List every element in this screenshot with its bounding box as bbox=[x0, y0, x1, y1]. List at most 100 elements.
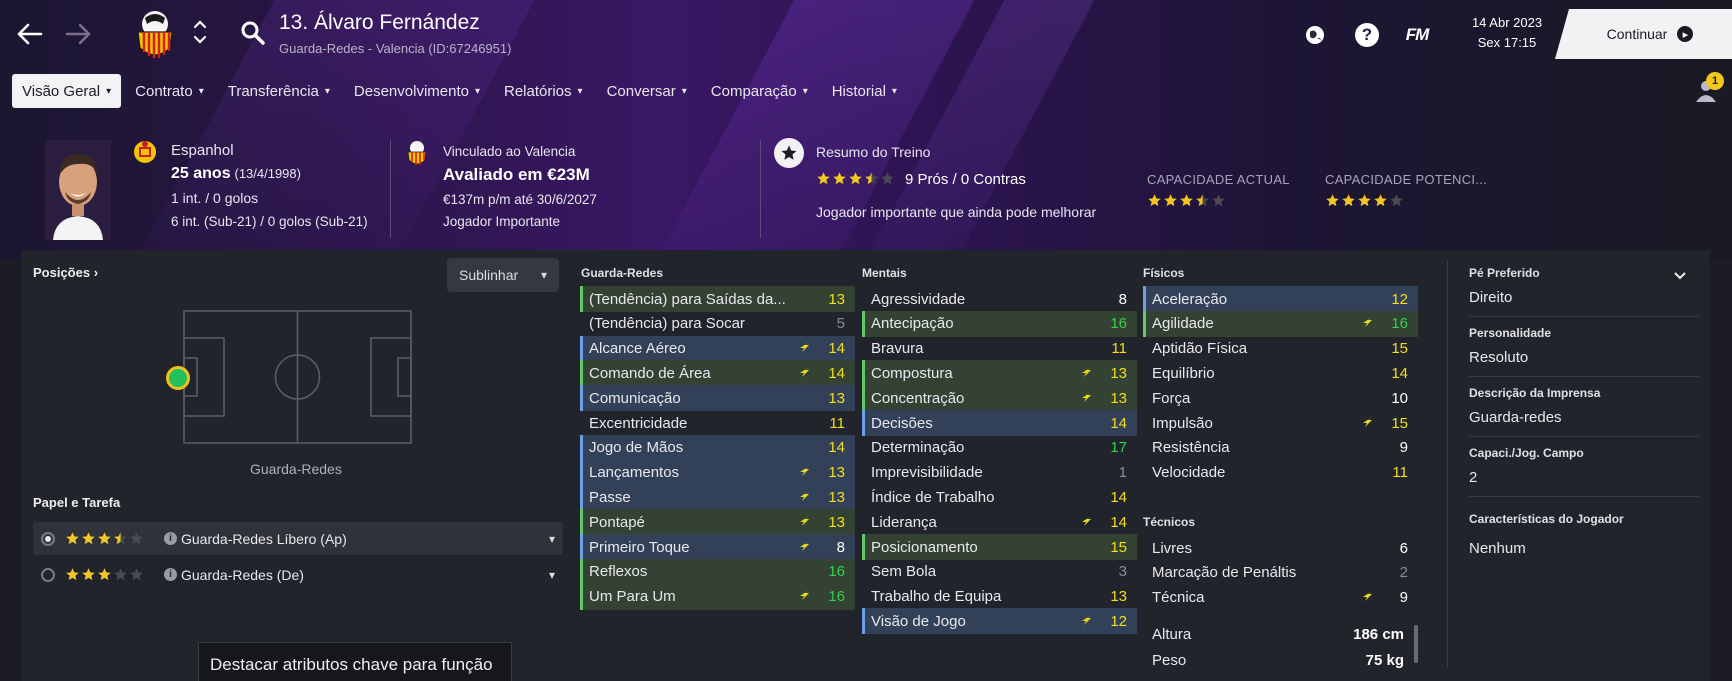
attribute-name: Concentração bbox=[871, 389, 965, 407]
tab-transfer[interactable]: Transferência ▾ bbox=[218, 74, 340, 108]
attribute-row[interactable]: Pontapé 13 bbox=[580, 509, 855, 536]
chevron-down-icon: ▾ bbox=[577, 85, 583, 97]
search-icon[interactable] bbox=[240, 20, 268, 48]
attribute-row[interactable]: Força 10 bbox=[1143, 385, 1418, 411]
radio-selected[interactable] bbox=[41, 531, 55, 546]
attribute-row[interactable]: Técnica 9 bbox=[1143, 585, 1418, 611]
tab-comparison[interactable]: Comparação ▾ bbox=[701, 74, 818, 108]
chevron-down-icon: ▾ bbox=[681, 85, 687, 97]
attribute-name: Agilidade bbox=[1152, 315, 1214, 333]
valencia-crest-icon[interactable] bbox=[130, 8, 180, 62]
radio-unselected[interactable] bbox=[41, 567, 55, 582]
attribute-row[interactable]: Agressividade 8 bbox=[862, 286, 1137, 312]
attribute-value: 13 bbox=[1110, 588, 1127, 606]
world-ball-icon[interactable] bbox=[1300, 20, 1330, 50]
potential-ability-stars bbox=[1325, 193, 1404, 213]
attribute-row[interactable]: Comando de Área 14 bbox=[580, 360, 855, 387]
attribute-name: Decisões bbox=[871, 414, 933, 432]
positions-link[interactable]: Posições › bbox=[33, 265, 98, 280]
tab-contract[interactable]: Contrato ▾ bbox=[125, 74, 214, 108]
attribute-value: 12 bbox=[1391, 290, 1408, 308]
attribute-value: 13 bbox=[1110, 364, 1127, 382]
attribute-name: Técnica bbox=[1152, 589, 1205, 607]
help-icon[interactable]: ? bbox=[1352, 20, 1382, 50]
height-row: Altura 186 cm bbox=[1143, 626, 1413, 643]
attribute-row[interactable]: Alcance Aéreo 14 bbox=[580, 335, 855, 362]
u21-caps: 6 int. (Sub-21) / 0 golos (Sub-21) bbox=[171, 214, 368, 229]
tab-talk[interactable]: Conversar ▾ bbox=[597, 74, 697, 108]
attribute-value: 14 bbox=[1110, 513, 1127, 531]
attribute-row[interactable]: Compostura 13 bbox=[862, 360, 1137, 387]
key-attribute-bolt-icon bbox=[1352, 590, 1382, 605]
fm-logo-icon[interactable]: FM bbox=[1402, 20, 1432, 50]
tab-history[interactable]: Historial ▾ bbox=[822, 74, 907, 108]
attribute-row[interactable]: Antecipação 16 bbox=[862, 310, 1137, 337]
info-icon[interactable]: i bbox=[164, 532, 177, 545]
attribute-row[interactable]: Jogo de Mãos 14 bbox=[580, 434, 855, 461]
highlight-dropdown[interactable]: Sublinhar ▾ bbox=[447, 258, 559, 292]
attribute-row[interactable]: Passe 13 bbox=[580, 484, 855, 511]
attribute-value: 2 bbox=[1399, 564, 1408, 582]
attribute-row[interactable]: Um Para Um 16 bbox=[580, 583, 855, 610]
attribute-value: 13 bbox=[828, 513, 845, 531]
attribute-row[interactable]: Comunicação 13 bbox=[580, 385, 855, 412]
role-row[interactable]: i Guarda-Redes (De) ▾ bbox=[33, 558, 563, 591]
attribute-row[interactable]: Índice de Trabalho 14 bbox=[862, 484, 1137, 510]
back-arrow-icon[interactable] bbox=[12, 16, 48, 52]
attribute-row[interactable]: Marcação de Penáltis 2 bbox=[1143, 560, 1418, 586]
attribute-name: Passe bbox=[589, 488, 631, 506]
attribute-row[interactable]: Primeiro Toque 8 bbox=[580, 534, 855, 560]
tab-reports[interactable]: Relatórios ▾ bbox=[494, 74, 593, 108]
attribute-row[interactable]: Excentricidade 11 bbox=[580, 410, 855, 436]
scrollbar[interactable] bbox=[1414, 625, 1418, 663]
attribute-row[interactable]: Reflexos 16 bbox=[580, 558, 855, 585]
training-note: Jogador importante que ainda pode melhor… bbox=[816, 204, 1097, 220]
role-stars bbox=[65, 567, 144, 582]
tab-overview[interactable]: Visão Geral ▾ bbox=[12, 74, 122, 108]
attribute-row[interactable]: Livres 6 bbox=[1143, 535, 1418, 561]
attribute-row[interactable]: Liderança 14 bbox=[862, 509, 1137, 535]
attribute-name: Lançamentos bbox=[589, 464, 680, 482]
attribute-row[interactable]: Agilidade 16 bbox=[1143, 310, 1418, 337]
attribute-row[interactable]: (Tendência) para Saídas da... 13 bbox=[580, 286, 855, 312]
divider bbox=[390, 140, 391, 238]
forward-arrow-icon[interactable] bbox=[60, 16, 96, 52]
continue-button[interactable]: Continuar ▸ bbox=[1555, 9, 1732, 59]
attribute-row[interactable]: Aptidão Física 15 bbox=[1143, 336, 1418, 362]
attribute-value: 15 bbox=[1110, 538, 1127, 556]
star-full-icon bbox=[1147, 193, 1162, 208]
chevron-down-icon[interactable]: ▾ bbox=[549, 532, 555, 546]
up-down-arrows-icon[interactable] bbox=[190, 16, 210, 48]
attribute-row[interactable]: Lançamentos 13 bbox=[580, 459, 855, 486]
attribute-name: Imprevisibilidade bbox=[871, 464, 983, 482]
attribute-row[interactable]: Visão de Jogo 12 bbox=[862, 608, 1137, 635]
attribute-row[interactable]: Determinação 17 bbox=[862, 435, 1137, 461]
chevron-down-icon: ▾ bbox=[198, 85, 204, 97]
attribute-row[interactable]: Resistência 9 bbox=[1143, 435, 1418, 461]
player-value: Avaliado em €23M bbox=[443, 165, 590, 184]
attribute-value: 15 bbox=[1391, 340, 1408, 358]
attribute-row[interactable]: Impulsão 15 bbox=[1143, 410, 1418, 436]
attribute-row[interactable]: Posicionamento 15 bbox=[862, 534, 1137, 560]
role-row[interactable]: i Guarda-Redes Líbero (Ap) ▾ bbox=[33, 522, 563, 555]
attribute-value: 6 bbox=[1399, 539, 1408, 557]
attribute-row[interactable]: Velocidade 11 bbox=[1143, 460, 1418, 486]
tab-development[interactable]: Desenvolvimento ▾ bbox=[344, 74, 490, 108]
attribute-row[interactable]: Concentração 13 bbox=[862, 385, 1137, 412]
attribute-name: Jogo de Mãos bbox=[589, 439, 684, 457]
attribute-row[interactable]: Bravura 11 bbox=[862, 336, 1137, 362]
chevron-down-icon[interactable]: ▾ bbox=[549, 568, 555, 582]
info-icon[interactable]: i bbox=[164, 568, 177, 581]
attribute-row[interactable]: Decisões 14 bbox=[862, 410, 1137, 436]
attribute-name: Primeiro Toque bbox=[589, 538, 690, 556]
attribute-row[interactable]: Equilíbrio 14 bbox=[1143, 360, 1418, 386]
current-ability-stars bbox=[1147, 193, 1226, 213]
attribute-name: Comando de Área bbox=[589, 364, 711, 382]
notifications-icon[interactable]: 1 bbox=[1692, 72, 1724, 106]
attribute-row[interactable]: Imprevisibilidade 1 bbox=[862, 460, 1137, 486]
detail-personality: Personalidade Resoluto bbox=[1469, 326, 1552, 366]
attribute-row[interactable]: Sem Bola 3 bbox=[862, 559, 1137, 585]
attribute-row[interactable]: Trabalho de Equipa 13 bbox=[862, 584, 1137, 610]
attribute-row[interactable]: (Tendência) para Socar 5 bbox=[580, 311, 855, 337]
attribute-row[interactable]: Aceleração 12 bbox=[1143, 286, 1418, 312]
